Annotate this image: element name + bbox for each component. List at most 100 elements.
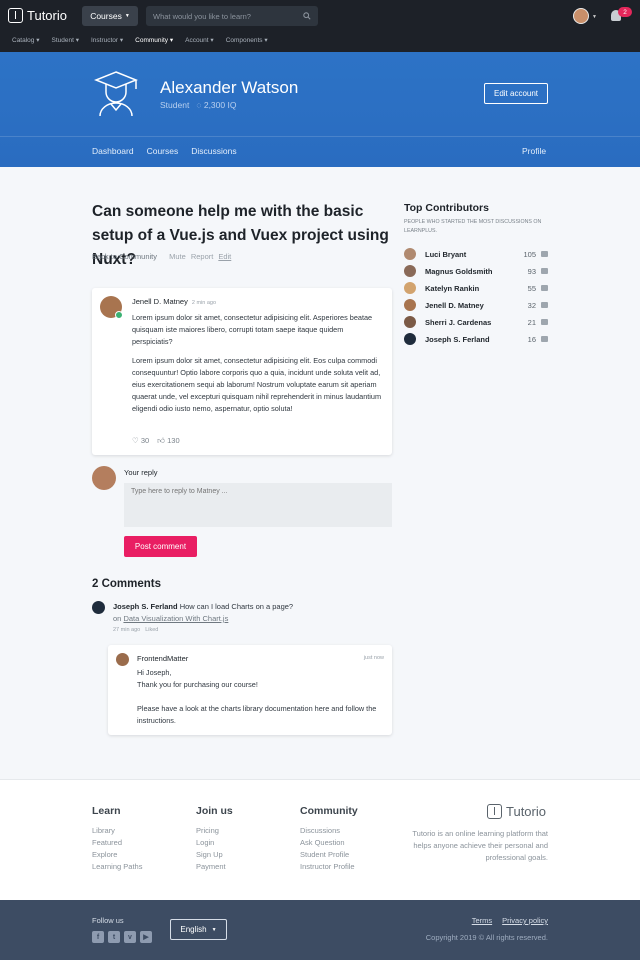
footer-link[interactable]: Instructor Profile <box>300 861 358 873</box>
subnav-components[interactable]: Components ▾ <box>226 36 268 48</box>
mute-link[interactable]: Mute <box>169 252 186 261</box>
book-icon <box>8 8 23 23</box>
footer-brand[interactable]: Tutorio <box>487 804 546 819</box>
contributor-count: 93 <box>527 266 536 276</box>
contributor-name: Luci Bryant <box>425 249 467 259</box>
footer-link[interactable]: Featured <box>92 837 142 849</box>
contributor-count: 105 <box>523 249 536 259</box>
contributor-row[interactable]: Magnus Goldsmith 93 <box>404 264 548 278</box>
contributor-count: 32 <box>527 300 536 310</box>
contributor-avatar <box>404 333 416 345</box>
search-input[interactable]: What would you like to learn? <box>146 6 318 26</box>
copyright: Copyright 2019 © All rights reserved. <box>425 933 548 942</box>
course-link[interactable]: Data Visualization With Chart.js <box>123 614 228 623</box>
footer-link[interactable]: Discussions <box>300 825 358 837</box>
contributor-name: Joseph S. Ferland <box>425 334 490 344</box>
contributor-row[interactable]: Joseph S. Ferland 16 <box>404 332 548 346</box>
caret-down-icon: ▼ <box>124 13 130 19</box>
legal-links: Terms Privacy policy <box>472 916 548 925</box>
tab-courses[interactable]: Courses <box>147 146 179 156</box>
footer-heading: Join us <box>196 805 233 817</box>
contributor-count: 16 <box>527 334 536 344</box>
back-to-community-link[interactable]: Back to Community <box>92 252 157 261</box>
discussion-post: Jenell D. Matney 2 min ago Lorem ipsum do… <box>92 288 392 455</box>
footer-link[interactable]: Explore <box>92 849 142 861</box>
comment-reply: FrontendMatter just now Hi Joseph, Thank… <box>108 645 392 735</box>
brand-logo[interactable]: Tutorio <box>8 8 67 23</box>
footer-heading: Learn <box>92 805 121 817</box>
author-avatar[interactable] <box>100 296 123 319</box>
comment-meta: 27 min ago Liked <box>113 627 158 633</box>
comment-author[interactable]: Joseph S. Ferland <box>113 602 178 611</box>
reply-label: Your reply <box>124 468 158 477</box>
contributor-row[interactable]: Jenell D. Matney 32 <box>404 298 548 312</box>
twitter-icon[interactable]: t <box>108 931 120 943</box>
report-link[interactable]: Report <box>191 252 214 261</box>
post-comment-button[interactable]: Post comment <box>124 536 197 557</box>
youtube-icon[interactable]: ▶ <box>140 931 152 943</box>
comments-heading: 2 Comments <box>92 578 162 590</box>
footer-learn: Learn Library Featured Explore Learning … <box>92 805 142 873</box>
user-avatar[interactable] <box>573 8 589 24</box>
reply-author[interactable]: FrontendMatter <box>137 654 188 663</box>
caret-down-icon: ▼ <box>211 926 217 933</box>
comment-avatar[interactable] <box>92 601 105 614</box>
subnav-community[interactable]: Community ▾ <box>135 36 173 48</box>
hero-divider <box>0 136 640 137</box>
liked-link[interactable]: Liked <box>145 627 158 633</box>
comment-icon <box>541 336 548 342</box>
thumbs-up-button[interactable]: 👍︎ 130 <box>157 436 179 446</box>
footer-link[interactable]: Ask Question <box>300 837 358 849</box>
brand-name: Tutorio <box>27 8 67 23</box>
contributor-avatar <box>404 316 416 328</box>
profile-meta: Student ◌ 2,300 IQ <box>160 100 236 110</box>
footer-link[interactable]: Pricing <box>196 825 233 837</box>
subnav-catalog[interactable]: Catalog ▾ <box>12 36 39 48</box>
terms-link[interactable]: Terms <box>472 916 492 925</box>
footer-link[interactable]: Payment <box>196 861 233 873</box>
courses-label: Courses <box>90 11 122 21</box>
contributor-avatar <box>404 299 416 311</box>
comment-icon <box>541 285 548 291</box>
subnav-account[interactable]: Account ▾ <box>185 36 214 48</box>
contributor-row[interactable]: Sherri J. Cardenas 21 <box>404 315 548 329</box>
contributor-row[interactable]: Katelyn Rankin 55 <box>404 281 548 295</box>
footer-link[interactable]: Sign Up <box>196 849 233 861</box>
footer-link[interactable]: Library <box>92 825 142 837</box>
language-value: English <box>180 925 207 934</box>
subnav-instructor[interactable]: Instructor ▾ <box>91 36 123 48</box>
footer-bottom <box>0 900 640 960</box>
comment-context: on Data Visualization With Chart.js <box>113 614 229 623</box>
footer-link[interactable]: Learning Paths <box>92 861 142 873</box>
contributor-row[interactable]: Luci Bryant 105 <box>404 247 548 261</box>
heart-icon: ♡ <box>132 436 139 445</box>
contributor-count: 55 <box>527 283 536 293</box>
tab-profile[interactable]: Profile <box>522 146 546 156</box>
author-name[interactable]: Jenell D. Matney <box>132 297 188 306</box>
reply-avatar[interactable] <box>116 653 129 666</box>
tab-dashboard[interactable]: Dashboard <box>92 146 134 156</box>
footer-link[interactable]: Login <box>196 837 233 849</box>
reply-textarea[interactable] <box>124 483 392 527</box>
edit-account-button[interactable]: Edit account <box>484 83 548 104</box>
footer-link[interactable]: Student Profile <box>300 849 358 861</box>
profile-name: Alexander Watson <box>160 78 299 97</box>
language-select[interactable]: English ▼ <box>170 919 227 940</box>
facebook-icon[interactable]: f <box>92 931 104 943</box>
notification-badge: 2 <box>618 7 632 17</box>
caret-down-icon[interactable]: ▼ <box>592 14 597 20</box>
courses-dropdown[interactable]: Courses ▼ <box>82 6 138 26</box>
vimeo-icon[interactable]: v <box>124 931 136 943</box>
tab-discussions[interactable]: Discussions <box>191 146 236 156</box>
comment-text: Joseph S. Ferland How can I load Charts … <box>113 602 293 611</box>
post-reactions: ♡ 30 👍︎ 130 <box>132 436 180 446</box>
follow-label: Follow us <box>92 916 124 925</box>
privacy-link[interactable]: Privacy policy <box>502 916 548 925</box>
thumbs-up-icon: 👍︎ <box>157 436 166 445</box>
search-icon <box>303 12 311 20</box>
social-links: f t v ▶ <box>92 931 152 943</box>
subnav-student[interactable]: Student ▾ <box>51 36 79 48</box>
like-button[interactable]: ♡ 30 <box>132 436 149 446</box>
graduate-icon <box>93 71 139 117</box>
edit-link[interactable]: Edit <box>218 252 231 261</box>
